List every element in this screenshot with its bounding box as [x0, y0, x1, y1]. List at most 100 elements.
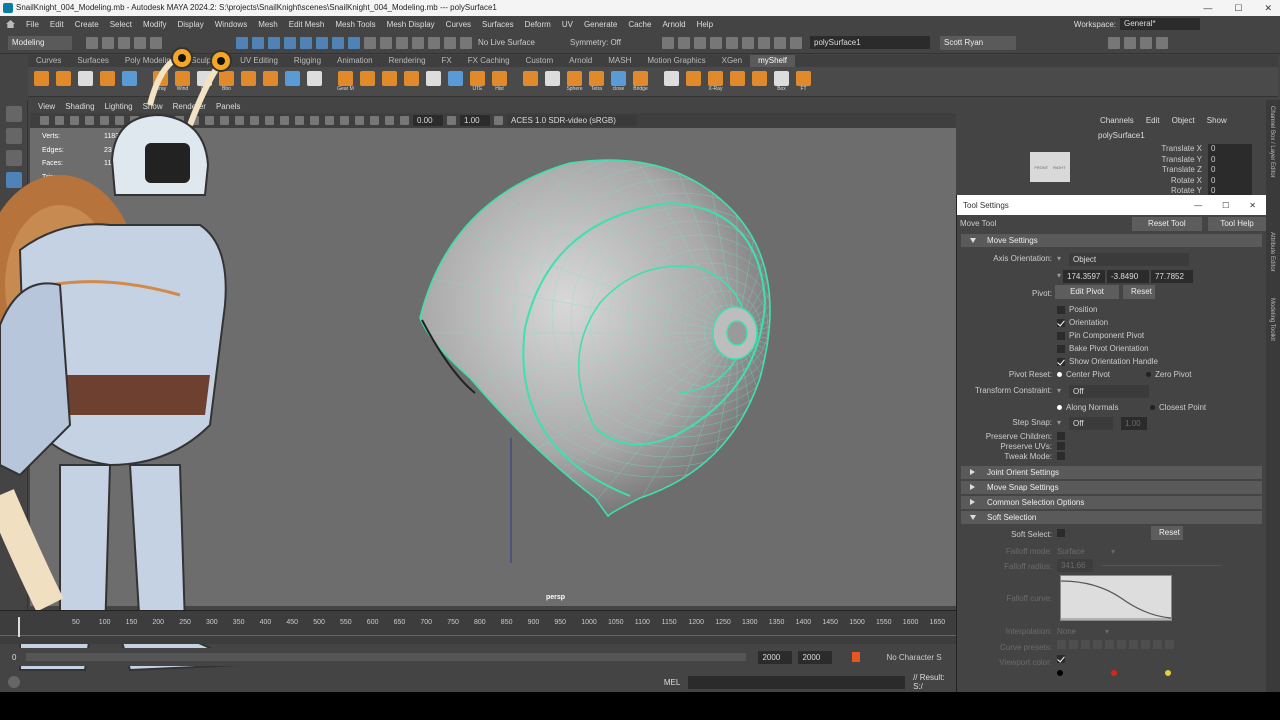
symmetry-dropdown[interactable]: Symmetry: Off — [570, 38, 640, 47]
menu-arnold[interactable]: Arnold — [662, 20, 685, 29]
channel-row[interactable]: Translate Z 0 — [1090, 165, 1266, 176]
snap-grid-icon[interactable] — [380, 36, 392, 49]
current-time-marker[interactable] — [18, 617, 20, 637]
menu-mesh-tools[interactable]: Mesh Tools — [335, 20, 375, 29]
menu-mesh-display[interactable]: Mesh Display — [387, 20, 435, 29]
panel-toggle-icon[interactable] — [790, 36, 802, 49]
antialiasing-icon[interactable] — [310, 116, 319, 125]
command-input[interactable] — [688, 675, 906, 689]
channelbox-menu-object[interactable]: Object — [1172, 116, 1195, 125]
face-mode-icon[interactable] — [316, 36, 328, 49]
viewport-color-checkbox[interactable] — [1057, 655, 1065, 663]
render-view-icon[interactable] — [742, 36, 754, 49]
shelf-button[interactable]: close — [609, 70, 628, 93]
shelf-tab-arnold[interactable]: Arnold — [561, 55, 600, 67]
vertex-mode-icon[interactable] — [284, 36, 296, 49]
time-slider[interactable]: 50 100 150 200 250 300 350 400 450 500 550 600 650 70… — [0, 610, 972, 644]
xray-toggle-icon[interactable] — [355, 116, 364, 125]
edge-mode-icon[interactable] — [300, 36, 312, 49]
tweak-mode-checkbox[interactable] — [1057, 452, 1065, 460]
menu-cache[interactable]: Cache — [628, 20, 651, 29]
falloff-radius-slider[interactable] — [1101, 565, 1221, 566]
shelf-button[interactable]: Box — [772, 70, 791, 93]
pivot-reset-button[interactable]: Reset — [1123, 285, 1155, 299]
arnold-render-icon[interactable] — [758, 36, 770, 49]
shelf-button[interactable]: X-Ray — [706, 70, 725, 93]
curve-preset-icon[interactable] — [1129, 640, 1138, 649]
shelf-button[interactable] — [402, 70, 421, 93]
shelf-button[interactable] — [728, 70, 747, 93]
render-settings-icon[interactable] — [710, 36, 722, 49]
menu-curves[interactable]: Curves — [446, 20, 471, 29]
move-snap-section[interactable]: Move Snap Settings — [961, 481, 1262, 494]
menu-mesh[interactable]: Mesh — [258, 20, 278, 29]
falloff-radius-field[interactable]: 341.66 — [1057, 559, 1093, 572]
view-cube-face[interactable]: FRONT RIGHT — [1030, 152, 1070, 182]
shelf-button[interactable]: Bridge — [631, 70, 650, 93]
select-object-icon[interactable] — [252, 36, 264, 49]
help-icon[interactable] — [8, 676, 20, 688]
edit-pivot-button[interactable]: Edit Pivot — [1055, 285, 1119, 299]
shelf-button[interactable] — [684, 70, 703, 93]
menu-select[interactable]: Select — [110, 20, 132, 29]
channel-box-icon[interactable] — [1156, 36, 1168, 49]
shadows-icon[interactable] — [280, 116, 289, 125]
minimize-icon[interactable]: — — [1203, 0, 1212, 16]
ipr-render-icon[interactable] — [694, 36, 706, 49]
center-pivot-radio[interactable] — [1057, 372, 1062, 377]
curve-preset-icon[interactable] — [1105, 640, 1114, 649]
menu-surfaces[interactable]: Surfaces — [482, 20, 514, 29]
snap-plane-icon[interactable] — [428, 36, 440, 49]
option-checkbox[interactable] — [1057, 331, 1065, 340]
step-snap-field[interactable]: 1.00 — [1121, 416, 1148, 430]
option-checkbox[interactable] — [1057, 344, 1065, 353]
axis-z-field[interactable]: 77.7852 — [1151, 269, 1194, 283]
ts-close-icon[interactable]: ✕ — [1249, 201, 1256, 210]
axis-orientation-dropdown[interactable]: Object — [1069, 252, 1190, 266]
snail-shell-mesh[interactable] — [337, 128, 956, 606]
shelf-tab-mash[interactable]: MASH — [600, 55, 639, 67]
preserve-uvs-checkbox[interactable] — [1057, 442, 1065, 450]
shelf-button[interactable] — [662, 70, 681, 93]
ts-minimize-icon[interactable]: — — [1194, 201, 1202, 210]
shelf-tab-animation[interactable]: Animation — [329, 55, 381, 67]
lights-icon[interactable] — [265, 116, 274, 125]
snap-surface-icon[interactable] — [444, 36, 456, 49]
shelf-button[interactable]: FT — [794, 70, 813, 93]
construction-history-icon[interactable] — [662, 36, 674, 49]
shelf-button[interactable] — [543, 70, 562, 93]
tool-settings-icon[interactable] — [1140, 36, 1152, 49]
menu-generate[interactable]: Generate — [584, 20, 617, 29]
shelf-tab-custom[interactable]: Custom — [518, 55, 562, 67]
modeling-toolkit-icon[interactable] — [1108, 36, 1120, 49]
menu-edit-mesh[interactable]: Edit Mesh — [289, 20, 325, 29]
shelf-button[interactable]: Sphere — [565, 70, 584, 93]
channel-row[interactable]: Translate X 0 — [1090, 144, 1266, 155]
menu-help[interactable]: Help — [697, 20, 713, 29]
shelf-tab-rendering[interactable]: Rendering — [381, 55, 434, 67]
reset-tool-button[interactable]: Reset Tool — [1131, 216, 1202, 231]
common-selection-section[interactable]: Common Selection Options — [961, 496, 1262, 509]
channel-value-field[interactable]: 0 — [1208, 165, 1252, 176]
menu-uv[interactable]: UV — [562, 20, 573, 29]
lock-icon[interactable] — [364, 36, 376, 49]
xray-components-icon[interactable] — [385, 116, 394, 125]
curve-preset-icon[interactable] — [1165, 640, 1174, 649]
snap-curve-icon[interactable] — [396, 36, 408, 49]
object-name-field[interactable]: polySurface1 — [810, 36, 930, 49]
soft-select-reset-button[interactable]: Reset — [1151, 526, 1183, 540]
range-slider-bar[interactable] — [26, 653, 747, 661]
curve-preset-icon[interactable] — [1093, 640, 1102, 649]
channel-row[interactable]: Translate Y 0 — [1090, 154, 1266, 165]
multi-mode-icon[interactable] — [348, 36, 360, 49]
range-start-field[interactable]: 0 — [12, 653, 16, 662]
menu-create[interactable]: Create — [75, 20, 99, 29]
shelf-button[interactable]: Gear M — [336, 70, 355, 93]
channel-value-field[interactable]: 0 — [1208, 175, 1252, 186]
soft-selection-section[interactable]: Soft Selection — [961, 511, 1262, 524]
range-end-field[interactable]: 2000 — [758, 650, 793, 664]
dof-icon[interactable] — [325, 116, 334, 125]
live-surface-label[interactable]: No Live Surface — [478, 38, 558, 47]
color-key-red-icon[interactable] — [1111, 670, 1117, 676]
transform-constraint-dropdown[interactable]: Off — [1069, 384, 1150, 398]
